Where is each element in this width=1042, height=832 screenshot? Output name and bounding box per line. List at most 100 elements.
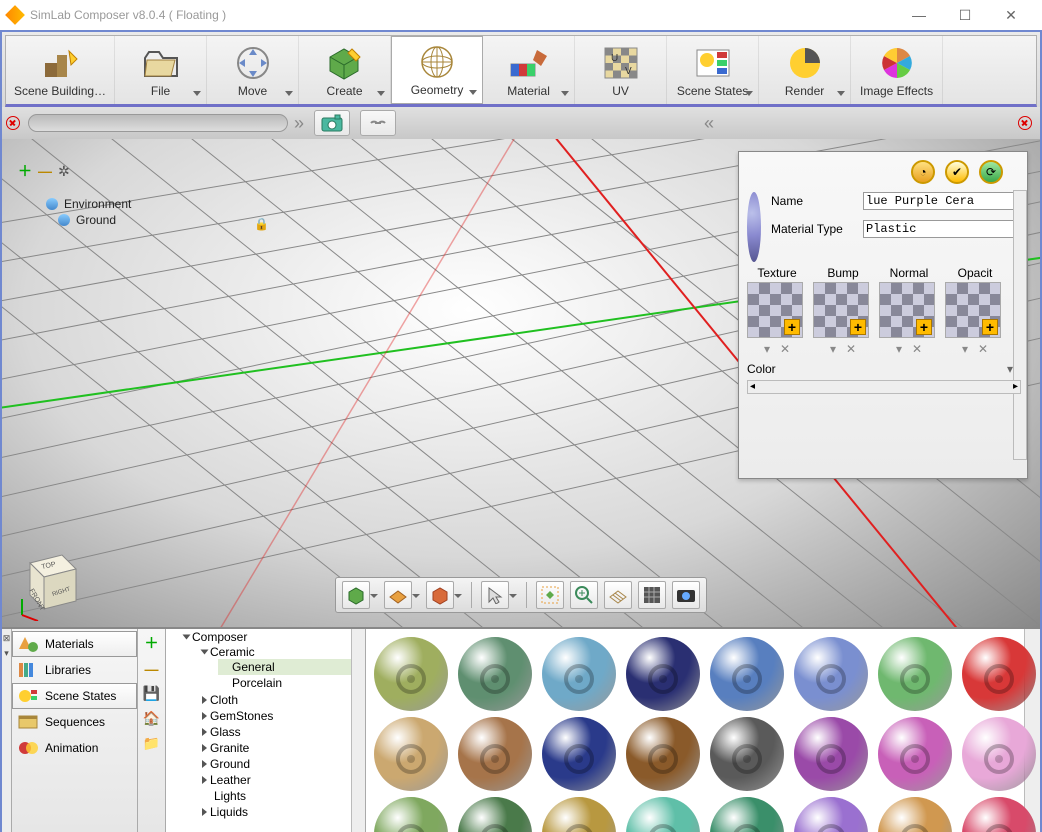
add-opacity-icon[interactable]: + [982, 319, 998, 335]
chevron-down-icon[interactable]: ▾ [962, 342, 968, 356]
select-arrow-button[interactable] [481, 581, 509, 609]
toolbar-render[interactable]: Render [759, 36, 851, 104]
material-thumbnail[interactable] [542, 717, 616, 791]
bump-slot[interactable]: Bump+▾✕ [813, 266, 873, 356]
maximize-button[interactable]: ☐ [942, 0, 988, 30]
type-input[interactable] [863, 220, 1021, 238]
material-thumbnail[interactable] [794, 637, 868, 711]
material-thumbnail[interactable] [878, 797, 952, 832]
tree-leather[interactable]: Leather [200, 772, 363, 788]
tab-animation[interactable]: Animation [12, 735, 137, 761]
tree-porcelain[interactable]: Porcelain [218, 675, 361, 691]
texture-slot[interactable]: Texture+▾✕ [747, 266, 807, 356]
tree-item-ground[interactable]: Ground [58, 213, 131, 227]
material-thumbnail[interactable] [794, 717, 868, 791]
tree-ground[interactable]: Ground [200, 756, 363, 772]
material-thumbnail[interactable] [542, 637, 616, 711]
material-thumbnail[interactable] [626, 637, 700, 711]
clear-icon[interactable]: ✕ [978, 342, 988, 356]
material-thumbnail[interactable] [458, 797, 532, 832]
view-solid-button[interactable] [426, 581, 454, 609]
tree-item-environment[interactable]: Environment [46, 197, 131, 211]
tree-scroll[interactable] [351, 629, 365, 832]
clear-icon[interactable]: ✕ [912, 342, 922, 356]
camera-snapshot-button[interactable] [672, 581, 700, 609]
material-thumbnail[interactable] [794, 797, 868, 832]
opacity-slot[interactable]: Opacit+▾✕ [945, 266, 1005, 356]
material-thumbnail[interactable] [878, 717, 952, 791]
tab-scene-states[interactable]: Scene States [12, 683, 137, 709]
material-thumbnail[interactable] [374, 717, 448, 791]
link-button[interactable] [360, 110, 396, 136]
add-icon[interactable]: ＋ [145, 633, 159, 653]
chevron-down-icon[interactable]: ▾ [830, 342, 836, 356]
mat-refresh-button[interactable]: ⟳ [979, 160, 1003, 184]
close-button[interactable]: ✕ [988, 0, 1034, 30]
panel-vscroll[interactable] [1013, 190, 1027, 460]
toolbar-scene-building[interactable]: Scene Building… [6, 36, 115, 104]
camera-button[interactable] [314, 110, 350, 136]
material-thumbnail[interactable] [962, 797, 1036, 832]
tree-gemstones[interactable]: GemStones [200, 708, 363, 724]
folder-icon[interactable]: 📁 [143, 735, 160, 752]
material-thumbnail[interactable] [710, 637, 784, 711]
add-bump-icon[interactable]: + [850, 319, 866, 335]
toolbar-geometry[interactable]: Geometry [391, 36, 483, 104]
search-pill[interactable] [28, 114, 288, 132]
material-thumbnail[interactable] [962, 717, 1036, 791]
name-input[interactable] [863, 192, 1021, 210]
panel-hscroll[interactable]: ◂▸ [747, 380, 1021, 394]
tree-liquids[interactable]: Liquids [200, 804, 363, 820]
remove-icon[interactable]: — [38, 163, 52, 179]
dock-handle[interactable]: ⊠▾ [2, 629, 12, 832]
chevron-down-icon[interactable]: ▾ [764, 342, 770, 356]
save-icon[interactable]: 💾 [143, 685, 160, 702]
wire-grid-button[interactable] [604, 581, 632, 609]
minimize-button[interactable]: — [896, 0, 942, 30]
tree-composer[interactable]: Composer Ceramic General Porcelain Cloth… [182, 629, 365, 821]
chevrons-right-icon[interactable]: » [294, 113, 304, 134]
viewport-3d[interactable]: ＋ — ✲ Environment Ground 🔒 [2, 139, 1040, 627]
view-grid-button[interactable] [384, 581, 412, 609]
clear-icon[interactable]: ✕ [780, 342, 790, 356]
material-thumbnail[interactable] [458, 637, 532, 711]
tree-cloth[interactable]: Cloth [200, 692, 363, 708]
tab-materials[interactable]: Materials [12, 631, 137, 657]
clear-icon[interactable]: ✕ [846, 342, 856, 356]
lock-icon[interactable]: 🔒 [254, 217, 269, 231]
tree-granite[interactable]: Granite [200, 740, 363, 756]
gear-icon[interactable]: ✲ [58, 163, 70, 180]
tree-ceramic[interactable]: Ceramic General Porcelain [200, 644, 363, 692]
add-texture-icon[interactable]: + [784, 319, 800, 335]
toolbar-image-effects[interactable]: Image Effects [851, 36, 943, 104]
home-icon[interactable]: 🏠 [143, 710, 160, 727]
toolbar-file[interactable]: File [115, 36, 207, 104]
zoom-button[interactable] [570, 581, 598, 609]
tree-lights[interactable]: Lights [200, 788, 363, 804]
material-thumbnail[interactable] [962, 637, 1036, 711]
toolbar-create[interactable]: Create [299, 36, 391, 104]
add-icon[interactable]: ＋ [18, 161, 32, 181]
remove-icon[interactable]: — [145, 661, 159, 677]
material-thumbnail[interactable] [458, 717, 532, 791]
toolbar-material[interactable]: Material [483, 36, 575, 104]
material-thumbnail[interactable] [626, 717, 700, 791]
material-thumbnail[interactable] [710, 717, 784, 791]
add-normal-icon[interactable]: + [916, 319, 932, 335]
chevron-down-icon[interactable]: ▾ [896, 342, 902, 356]
nav-cube[interactable]: TOP FRONT RIGHT [12, 549, 82, 621]
chevrons-left-icon[interactable]: « [704, 113, 714, 134]
fit-bounds-button[interactable] [536, 581, 564, 609]
material-thumbnail[interactable] [542, 797, 616, 832]
close-right-icon[interactable] [1018, 116, 1032, 130]
material-thumbnail[interactable] [710, 797, 784, 832]
tab-sequences[interactable]: Sequences [12, 709, 137, 735]
close-left-icon[interactable] [6, 116, 20, 130]
toolbar-move[interactable]: Move [207, 36, 299, 104]
toolbar-uv[interactable]: UV UV [575, 36, 667, 104]
material-thumbnail[interactable] [374, 637, 448, 711]
mat-add-button[interactable]: ◔ [911, 160, 935, 184]
toolbar-scene-states[interactable]: Scene States [667, 36, 759, 104]
tree-general[interactable]: General [218, 659, 361, 675]
material-thumbnail[interactable] [626, 797, 700, 832]
